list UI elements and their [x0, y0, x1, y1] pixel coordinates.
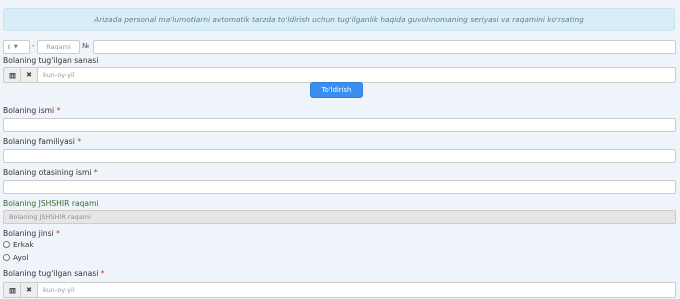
last-name-label-text: Bolaning familiyasi [3, 137, 75, 146]
chevron-down-icon: ▼ [13, 44, 18, 50]
clear-icon[interactable]: ✖ [21, 67, 38, 83]
birthdate-bottom-label-text: Bolaning tug'ilgan sanasi [3, 269, 99, 278]
required-mark: * [100, 269, 105, 278]
calendar-icon[interactable] [3, 67, 21, 83]
info-banner: Arizada personal ma'lumotlarni avtomatik… [3, 8, 675, 31]
certificate-number-placeholder: Raqami [46, 43, 71, 51]
required-mark: * [77, 137, 82, 146]
gender-option-male[interactable]: Erkak [3, 240, 34, 249]
radio-male[interactable] [3, 241, 10, 248]
gender-option-female[interactable]: Ayol [3, 253, 29, 262]
certificate-number-input[interactable]: Raqami [37, 40, 80, 54]
gender-label-text: Bolaning jinsi [3, 229, 54, 238]
required-mark: * [56, 106, 61, 115]
first-name-label: Bolaning ismi * [3, 106, 60, 115]
birthdate-bottom-label: Bolaning tug'ilgan sanasi * [3, 269, 105, 278]
certificate-series-select[interactable]: I ▼ [3, 40, 30, 54]
birthdate-bottom-input[interactable]: kun-oy-yil [38, 282, 676, 298]
info-banner-text: Arizada personal ma'lumotlarni avtomatik… [94, 15, 584, 24]
last-name-label: Bolaning familiyasi * [3, 137, 81, 146]
birthdate-top-placeholder: kun-oy-yil [43, 71, 75, 79]
gender-option-male-label: Erkak [13, 240, 34, 249]
pinfl-input: Bolaning JSHSHIR raqami [3, 210, 676, 224]
birthdate-top-input[interactable]: kun-oy-yil [38, 67, 676, 83]
radio-female[interactable] [3, 254, 10, 261]
series-dash: - [32, 42, 35, 50]
fill-button[interactable]: To'ldirish [310, 82, 363, 98]
required-mark: * [93, 168, 98, 177]
pinfl-placeholder: Bolaning JSHSHIR raqami [9, 213, 91, 221]
required-mark: * [56, 229, 60, 238]
birthdate-top-label: Bolaning tug'ilgan sanasi [3, 56, 99, 65]
first-name-input[interactable] [3, 118, 676, 132]
birthdate-top-group: ✖ kun-oy-yil [3, 67, 676, 83]
gender-option-female-label: Ayol [13, 253, 29, 262]
clear-icon[interactable]: ✖ [21, 282, 38, 298]
birthdate-bottom-group: ✖ kun-oy-yil [3, 282, 676, 298]
gender-label: Bolaning jinsi * [3, 229, 60, 238]
calendar-icon[interactable] [3, 282, 21, 298]
last-name-input[interactable] [3, 149, 676, 163]
patronymic-label: Bolaning otasining ismi * [3, 168, 98, 177]
pinfl-label: Bolaning JSHSHIR raqami [3, 199, 99, 208]
birthdate-bottom-placeholder: kun-oy-yil [43, 286, 75, 294]
patronymic-input[interactable] [3, 180, 676, 194]
patronymic-label-text: Bolaning otasining ismi [3, 168, 92, 177]
first-name-label-text: Bolaning ismi [3, 106, 55, 115]
certificate-full-number-input[interactable] [93, 40, 676, 54]
number-symbol: № [82, 42, 90, 50]
certificate-series-value: I [8, 43, 10, 51]
